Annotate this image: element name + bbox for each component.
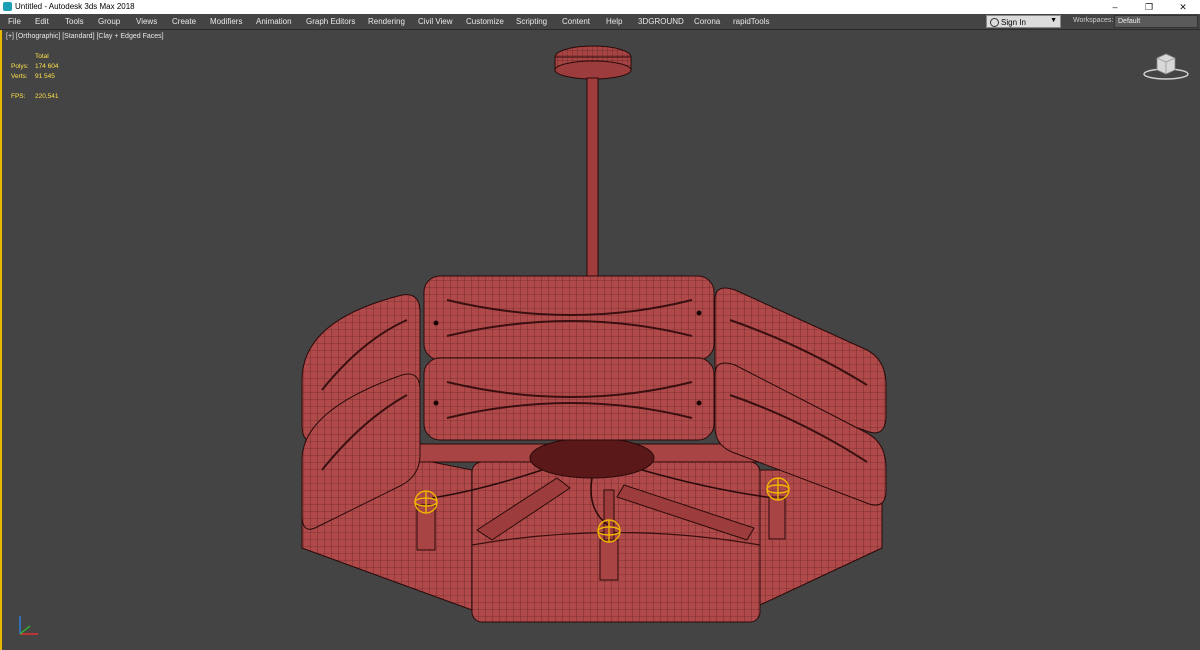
menu-customize[interactable]: Customize <box>466 17 504 26</box>
menu-rendering[interactable]: Rendering <box>368 17 405 26</box>
window-title: Untitled - Autodesk 3ds Max 2018 <box>15 2 135 11</box>
restore-button[interactable]: ❐ <box>1132 0 1166 14</box>
menu-bar: File Edit Tools Group Views Create Modif… <box>0 14 1200 30</box>
close-button[interactable]: ✕ <box>1166 0 1200 14</box>
app-icon <box>3 2 12 11</box>
axis-gizmo-icon <box>19 616 38 635</box>
minimize-button[interactable]: – <box>1098 0 1132 14</box>
menu-group[interactable]: Group <box>98 17 120 26</box>
workspaces-label: Workspaces: <box>1073 17 1114 24</box>
user-icon <box>990 18 999 27</box>
menu-help[interactable]: Help <box>606 17 622 26</box>
menu-file[interactable]: File <box>8 17 21 26</box>
ceiling-canopy <box>554 45 632 80</box>
front-panels <box>423 275 715 441</box>
menu-edit[interactable]: Edit <box>35 17 49 26</box>
menu-content[interactable]: Content <box>562 17 590 26</box>
sign-in-label: Sign In <box>1001 18 1026 27</box>
menu-create[interactable]: Create <box>172 17 196 26</box>
menu-modifiers[interactable]: Modifiers <box>210 17 242 26</box>
perspective-viewport[interactable]: [+] [Orthographic] [Standard] [Clay + Ed… <box>0 30 1200 650</box>
workspaces-value: Default <box>1118 18 1141 25</box>
chandelier-model[interactable] <box>2 30 1198 650</box>
menu-civil-view[interactable]: Civil View <box>418 17 453 26</box>
menu-views[interactable]: Views <box>136 17 157 26</box>
menu-corona[interactable]: Corona <box>694 17 720 26</box>
chevron-down-icon: ▼ <box>1050 17 1057 24</box>
menu-3dground[interactable]: 3DGROUND <box>638 17 684 26</box>
menu-graph-editors[interactable]: Graph Editors <box>306 17 355 26</box>
menu-rapidtools[interactable]: rapidTools <box>733 17 769 26</box>
hanging-rod <box>586 77 599 279</box>
menu-scripting[interactable]: Scripting <box>516 17 547 26</box>
menu-tools[interactable]: Tools <box>65 17 84 26</box>
sign-in-dropdown[interactable]: Sign In ▼ <box>986 15 1061 28</box>
title-bar: Untitled - Autodesk 3ds Max 2018 – ❐ ✕ <box>0 0 1200 14</box>
workspaces-select[interactable]: Default <box>1114 15 1198 28</box>
menu-animation[interactable]: Animation <box>256 17 292 26</box>
